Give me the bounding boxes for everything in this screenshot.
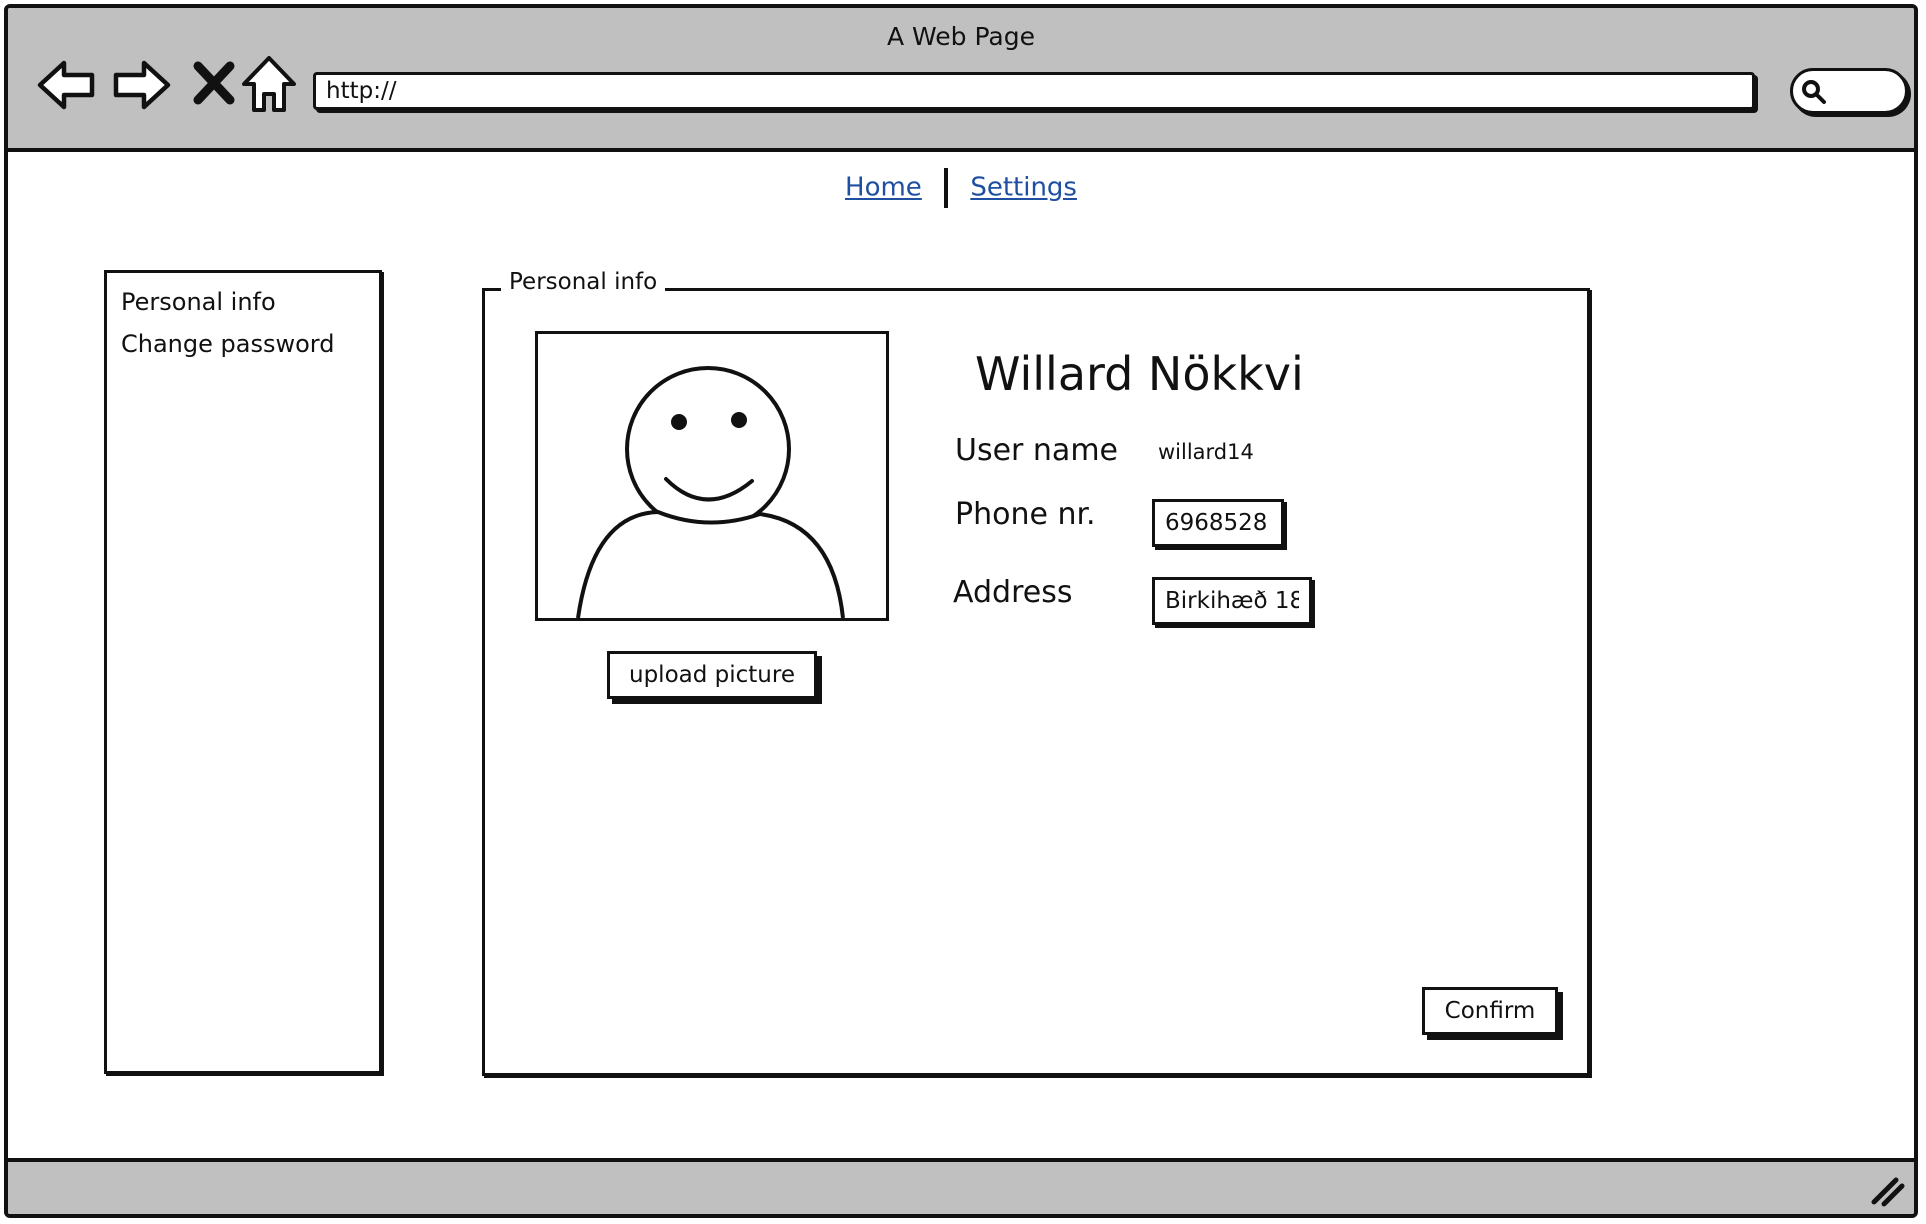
window-title: A Web Page: [886, 22, 1036, 51]
browser-window: A Web Page Home Settings Personal info: [4, 4, 1918, 1218]
home-icon[interactable]: [238, 54, 300, 116]
stop-x-icon[interactable]: [184, 54, 246, 116]
confirm-button[interactable]: Confirm: [1422, 987, 1558, 1035]
profile-name: Willard Nökkvi: [975, 347, 1304, 401]
top-navigation: Home Settings: [8, 168, 1914, 208]
sidebar-item-change-password[interactable]: Change password: [107, 323, 379, 365]
sidebar-item-personal-info[interactable]: Personal info: [107, 281, 379, 323]
address-field[interactable]: [1152, 577, 1312, 625]
address-label: Address: [953, 575, 1073, 610]
nav-link-settings[interactable]: Settings: [970, 173, 1077, 203]
profile-picture: [535, 331, 889, 621]
personal-info-panel: Personal info upload picture Willard Nök…: [482, 269, 1590, 1076]
phone-label: Phone nr.: [955, 497, 1096, 532]
phone-input[interactable]: [1155, 502, 1281, 544]
back-arrow-icon[interactable]: [36, 54, 98, 116]
nav-separator: [944, 168, 949, 208]
browser-toolbar: A Web Page: [8, 8, 1914, 152]
username-value: willard14: [1158, 440, 1254, 464]
browser-search-field[interactable]: [1790, 68, 1908, 114]
url-input[interactable]: [316, 75, 1752, 107]
nav-link-home[interactable]: Home: [845, 173, 922, 203]
username-label: User name: [955, 433, 1118, 468]
panel-legend: Personal info: [501, 269, 666, 295]
settings-sidebar: Personal info Change password: [104, 270, 382, 1074]
status-bar: [8, 1158, 1914, 1214]
address-bar[interactable]: [313, 72, 1755, 110]
phone-field[interactable]: [1152, 499, 1284, 547]
search-icon: [1802, 80, 1826, 104]
person-avatar-icon: [576, 366, 845, 618]
forward-arrow-icon[interactable]: [110, 54, 172, 116]
address-input[interactable]: [1155, 580, 1309, 622]
upload-picture-button[interactable]: upload picture: [607, 651, 817, 699]
resize-grip-icon[interactable]: [1870, 1172, 1906, 1208]
